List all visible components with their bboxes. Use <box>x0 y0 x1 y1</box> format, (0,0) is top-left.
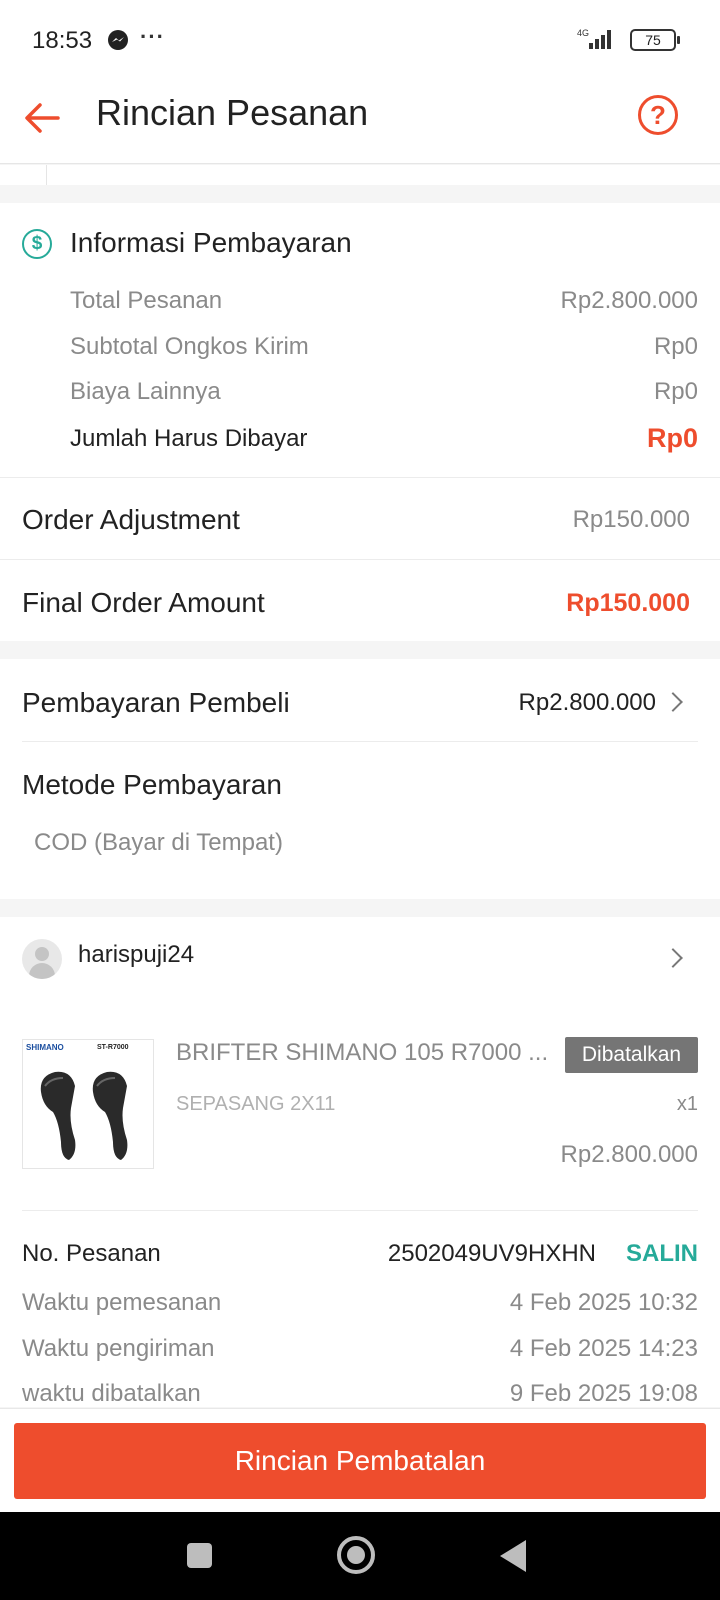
brifter-image <box>40 1071 128 1160</box>
order-adjustment-label: Order Adjustment <box>22 504 240 535</box>
status-time: 18:53 <box>32 27 93 54</box>
divider <box>0 477 720 478</box>
buyer-payment-row[interactable]: Pembayaran Pembeli Rp2.800.000 <box>0 659 720 741</box>
order-time-value: 4 Feb 2025 10:32 <box>509 1289 698 1316</box>
shipping-subtotal-label: Subtotal Ongkos Kirim <box>70 333 309 360</box>
avatar <box>22 939 62 979</box>
order-adjustment-value: Rp150.000 <box>572 506 690 533</box>
recents-icon[interactable] <box>187 1543 212 1568</box>
buyer-payment-value: Rp2.800.000 <box>518 689 656 716</box>
payment-info-title: Informasi Pembayaran <box>70 227 352 258</box>
shipping-time-label: Waktu pengiriman <box>22 1335 215 1362</box>
order-number-value: 2502049UV9HXHN <box>387 1240 596 1267</box>
messenger-icon <box>108 30 128 50</box>
final-amount-label: Final Order Amount <box>22 587 265 618</box>
divider <box>0 559 720 560</box>
divider <box>22 1210 698 1211</box>
section-gap <box>0 641 720 659</box>
product-variant: SEPASANG 2X11 <box>176 1093 336 1115</box>
chevron-right-icon <box>663 948 683 968</box>
seller-name: harispuji24 <box>78 941 195 968</box>
order-card: harispuji24 SHIMANO ST-R7000 BRIFTER SHI… <box>0 917 720 1407</box>
product-image[interactable]: SHIMANO ST-R7000 <box>22 1039 154 1169</box>
signal-icon: 4G <box>577 28 611 49</box>
buyer-payment-label: Pembayaran Pembeli <box>22 687 290 718</box>
shipping-subtotal-value: Rp0 <box>653 333 698 360</box>
top-strip <box>0 165 720 185</box>
status-bar: 18:53 ··· 4G 75 <box>0 0 720 80</box>
page-title: Rincian Pesanan <box>96 92 369 133</box>
other-fees-label: Biaya Lainnya <box>70 378 221 405</box>
dollar-icon: $ <box>22 229 52 259</box>
payment-method-label: Metode Pembayaran <box>22 769 282 800</box>
total-order-label: Total Pesanan <box>70 287 223 314</box>
section-gap <box>0 899 720 917</box>
home-icon[interactable] <box>337 1536 375 1574</box>
bottom-action-bar: Rincian Pembatalan <box>0 1408 720 1512</box>
copy-button[interactable]: SALIN <box>626 1240 698 1268</box>
back-triangle-icon[interactable] <box>500 1540 526 1572</box>
product-name[interactable]: BRIFTER SHIMANO 105 R7000 ... <box>176 1039 556 1067</box>
help-icon[interactable]: ? <box>638 95 678 135</box>
amount-due-value: Rp0 <box>646 423 698 453</box>
other-fees-value: Rp0 <box>653 378 698 405</box>
seller-row[interactable]: harispuji24 <box>0 917 720 1001</box>
product-image-model: ST-R7000 <box>97 1044 129 1051</box>
order-number-label: No. Pesanan <box>22 1240 161 1267</box>
product-quantity: x1 <box>676 1093 698 1115</box>
back-arrow-icon[interactable] <box>22 98 62 138</box>
total-order-value: Rp2.800.000 <box>560 287 698 314</box>
payment-info-card: $ Informasi Pembayaran Total Pesanan Rp2… <box>0 203 720 899</box>
timeline-line <box>46 165 47 185</box>
app-bar: Rincian Pesanan ? <box>0 80 720 164</box>
network-type: 4G <box>577 28 589 38</box>
order-time-label: Waktu pemesanan <box>22 1289 222 1316</box>
cancel-time-value: 9 Feb 2025 19:08 <box>509 1380 698 1407</box>
amount-due-label: Jumlah Harus Dibayar <box>70 425 308 452</box>
final-amount-value: Rp150.000 <box>566 589 690 617</box>
payment-method-value: COD (Bayar di Tempat) <box>34 829 283 856</box>
product-image-brand: SHIMANO <box>26 1043 64 1052</box>
product-item[interactable] <box>0 917 720 918</box>
product-price: Rp2.800.000 <box>560 1141 698 1168</box>
shipping-time-value: 4 Feb 2025 14:23 <box>509 1335 698 1362</box>
chevron-right-icon <box>663 692 683 712</box>
status-badge: Dibatalkan <box>565 1037 698 1073</box>
cancellation-details-button[interactable]: Rincian Pembatalan <box>14 1423 706 1499</box>
divider <box>22 741 698 742</box>
cancel-time-label: waktu dibatalkan <box>22 1380 201 1407</box>
system-nav-bar <box>0 1512 720 1600</box>
status-more-icon: ··· <box>140 24 165 49</box>
battery-icon: 75 <box>630 29 680 51</box>
